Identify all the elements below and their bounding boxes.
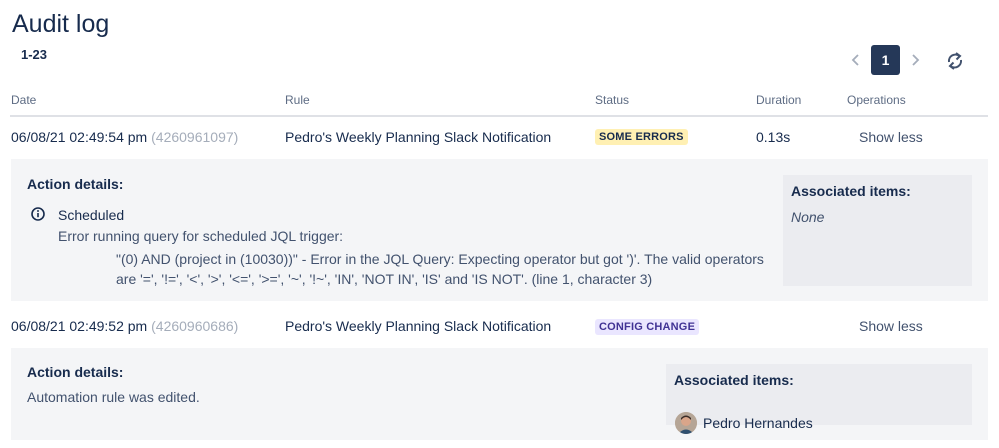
associated-items-panel: Associated items: Pedro Hernandes	[666, 364, 972, 434]
chevron-right-icon	[912, 54, 920, 66]
prev-page-button[interactable]	[843, 45, 869, 75]
associated-items-value: None	[791, 209, 825, 225]
column-header-operations: Operations	[847, 93, 906, 107]
table-row-duration: 0.13s	[756, 129, 791, 145]
info-icon	[31, 207, 45, 221]
column-header-status: Status	[595, 93, 630, 107]
event-label: Scheduled	[58, 207, 125, 223]
associated-user-name[interactable]: Pedro Hernandes	[703, 415, 813, 431]
pagination: 1	[843, 45, 928, 75]
error-intro: Error running query for scheduled JQL tr…	[58, 228, 344, 244]
refresh-button[interactable]	[944, 50, 966, 72]
table-row-rule: Pedro's Weekly Planning Slack Notificati…	[285, 129, 552, 145]
next-page-button[interactable]	[902, 45, 928, 75]
status-badge: SOME ERRORS	[595, 129, 688, 145]
user-avatar-icon	[675, 412, 697, 434]
execution-id: (4260961097)	[151, 129, 239, 145]
status-badge: CONFIG CHANGE	[595, 319, 700, 335]
header-divider	[10, 115, 988, 117]
show-less-button[interactable]: Show less	[859, 318, 923, 334]
action-details-heading: Action details:	[27, 176, 124, 192]
table-row-date: 06/08/21 02:49:52 pm (4260960686)	[11, 318, 239, 334]
execution-id: (4260960686)	[151, 318, 239, 334]
column-header-rule: Rule	[285, 93, 310, 107]
column-header-date: Date	[11, 93, 37, 107]
refresh-icon	[947, 52, 963, 70]
action-details-heading: Action details:	[27, 364, 124, 380]
associated-items-heading: Associated items:	[674, 372, 794, 388]
chevron-left-icon	[851, 54, 859, 66]
action-message: Automation rule was edited.	[27, 389, 200, 405]
table-row-date: 06/08/21 02:49:54 pm (4260961097)	[11, 129, 239, 145]
associated-items-panel: Associated items: None	[783, 175, 972, 286]
page-number-current[interactable]: 1	[871, 45, 900, 75]
table-row-rule: Pedro's Weekly Planning Slack Notificati…	[285, 318, 552, 334]
column-header-duration: Duration	[756, 93, 802, 107]
avatar	[675, 412, 697, 434]
error-message: "(0) AND (project in (10030))" - Error i…	[116, 251, 764, 287]
page-title: Audit log	[12, 10, 110, 38]
result-range: 1-23	[21, 47, 48, 62]
associated-items-heading: Associated items:	[791, 183, 911, 199]
show-less-button[interactable]: Show less	[859, 129, 923, 145]
